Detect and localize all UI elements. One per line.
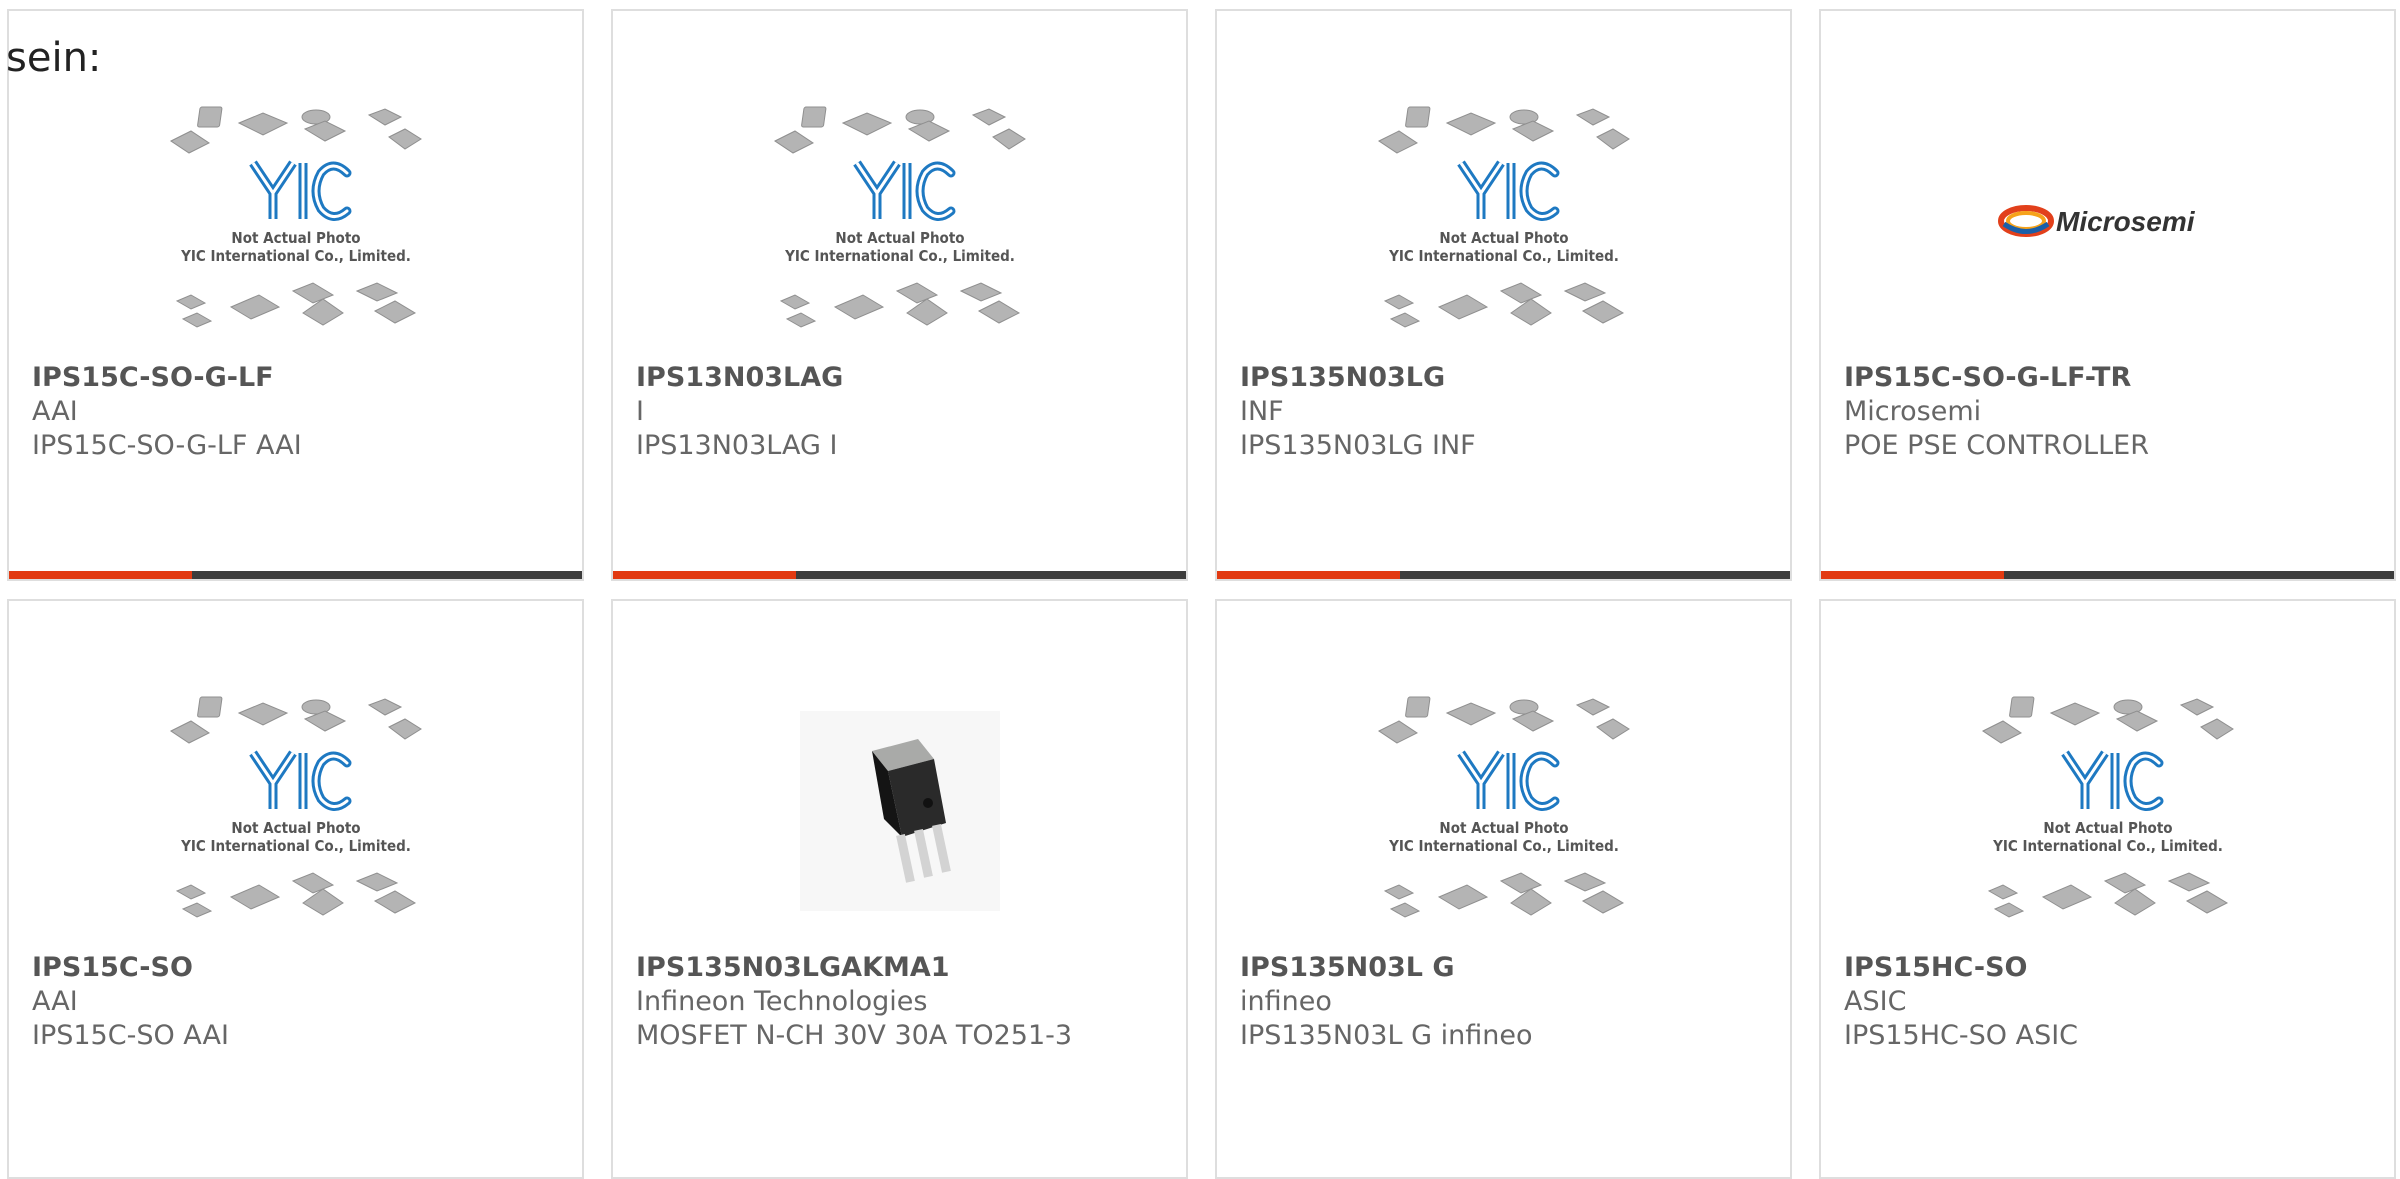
intro-text: sein: — [6, 35, 102, 81]
description: IPS15HC-SO ASIC — [1844, 1020, 2079, 1051]
description: IPS135N03L G infineo — [1240, 1020, 1533, 1051]
description: IPS15C-SO-G-LF AAI — [32, 430, 302, 461]
product-image[interactable]: Not Actual Photo YIC International Co., L… — [9, 686, 582, 936]
svg-text:YIC International Co., Limited: YIC International Co., Limited. — [1388, 247, 1619, 265]
manufacturer: I — [636, 396, 644, 427]
product-image[interactable]: Not Actual Photo YIC International Co., L… — [1217, 96, 1790, 346]
product-image[interactable]: Not Actual Photo YIC International Co., L… — [613, 96, 1186, 346]
product-card[interactable]: Not Actual Photo YIC International Co., L… — [1215, 9, 1792, 581]
card-accent-bar — [1217, 571, 1790, 579]
part-number[interactable]: IPS15C-SO — [32, 951, 572, 985]
product-image[interactable]: Not Actual Photo YIC International Co., L… — [1217, 686, 1790, 936]
yic-placeholder-image: Not Actual PhotoYIC International Co., L… — [773, 106, 1026, 328]
product-image[interactable] — [613, 686, 1186, 936]
product-card[interactable]: Not Actual Photo YIC International Co., L… — [1215, 599, 1792, 1179]
part-number[interactable]: IPS135N03LG — [1240, 361, 1780, 395]
svg-text:Not Actual Photo: Not Actual Photo — [1439, 229, 1568, 247]
product-image[interactable]: Not Actual Photo YIC International Co., L… — [1821, 686, 2394, 936]
product-image[interactable]: Microsemi — [1821, 96, 2394, 346]
part-number[interactable]: IPS13N03LAG — [636, 361, 1176, 395]
svg-text:Not Actual Photo: Not Actual Photo — [1439, 819, 1568, 837]
yic-placeholder-image: Not Actual PhotoYIC International Co., L… — [1981, 696, 2234, 918]
card-accent-bar — [613, 571, 1186, 579]
svg-text:Not Actual Photo: Not Actual Photo — [231, 229, 360, 247]
description: IPS135N03LG INF — [1240, 430, 1476, 461]
description: IPS15C-SO AAI — [32, 1020, 229, 1051]
to251-package-photo — [799, 711, 1000, 911]
description: POE PSE CONTROLLER — [1844, 430, 2149, 461]
card-accent-bar — [9, 571, 582, 579]
product-card[interactable]: Not Actual Photo YIC International Co., L… — [611, 9, 1188, 581]
description: IPS13N03LAG I — [636, 430, 838, 461]
product-card[interactable]: Not Actual Photo YIC International Co., L… — [1819, 599, 2396, 1179]
svg-text:Not Actual Photo: Not Actual Photo — [231, 819, 360, 837]
manufacturer: Microsemi — [1844, 396, 1982, 427]
svg-text:YIC International Co., Limited: YIC International Co., Limited. — [1388, 837, 1619, 855]
microsemi-logo: Microsemi — [1997, 205, 2196, 237]
svg-text:Microsemi: Microsemi — [2056, 206, 2196, 237]
manufacturer: INF — [1240, 396, 1284, 427]
manufacturer: ASIC — [1844, 986, 1907, 1017]
manufacturer: infineo — [1240, 986, 1332, 1017]
svg-text:YIC International Co., Limited: YIC International Co., Limited. — [1992, 837, 2223, 855]
product-card[interactable]: IPS135N03LGAKMA1 Infineon Technologies M… — [611, 599, 1188, 1179]
svg-text:Not Actual Photo: Not Actual Photo — [2043, 819, 2172, 837]
part-number[interactable]: IPS15C-SO-G-LF-TR — [1844, 361, 2384, 395]
yic-placeholder-image: Not Actual PhotoYIC International Co., L… — [169, 696, 422, 918]
product-card[interactable]: Not Actual Photo YIC International Co., L… — [7, 599, 584, 1179]
svg-text:YIC International Co., Limited: YIC International Co., Limited. — [180, 247, 411, 265]
manufacturer: AAI — [32, 986, 78, 1017]
part-number[interactable]: IPS15HC-SO — [1844, 951, 2384, 985]
product-image[interactable]: Not Actual Photo YIC International Co., L… — [9, 96, 582, 346]
card-accent-bar — [1821, 571, 2394, 579]
part-number[interactable]: IPS135N03L G — [1240, 951, 1780, 985]
part-number[interactable]: IPS135N03LGAKMA1 — [636, 951, 1176, 985]
part-number[interactable]: IPS15C-SO-G-LF — [32, 361, 572, 395]
product-card[interactable]: Microsemi IPS15C-SO-G-LF-TR Microsemi PO… — [1819, 9, 2396, 581]
svg-text:YIC International Co., Limited: YIC International Co., Limited. — [180, 837, 411, 855]
description: MOSFET N-CH 30V 30A TO251-3 — [636, 1020, 1073, 1051]
svg-text:YIC International Co., Limited: YIC International Co., Limited. — [784, 247, 1015, 265]
manufacturer: Infineon Technologies — [636, 986, 928, 1017]
manufacturer: AAI — [32, 396, 78, 427]
yic-placeholder-image: Not Actual PhotoYIC International Co., L… — [169, 106, 422, 328]
yic-placeholder-image: Not Actual PhotoYIC International Co., L… — [1377, 106, 1630, 328]
yic-placeholder-image: Not Actual PhotoYIC International Co., L… — [1377, 696, 1630, 918]
product-card[interactable]: Not Actual Photo YIC International Co., L… — [7, 9, 584, 581]
svg-text:Not Actual Photo: Not Actual Photo — [835, 229, 964, 247]
